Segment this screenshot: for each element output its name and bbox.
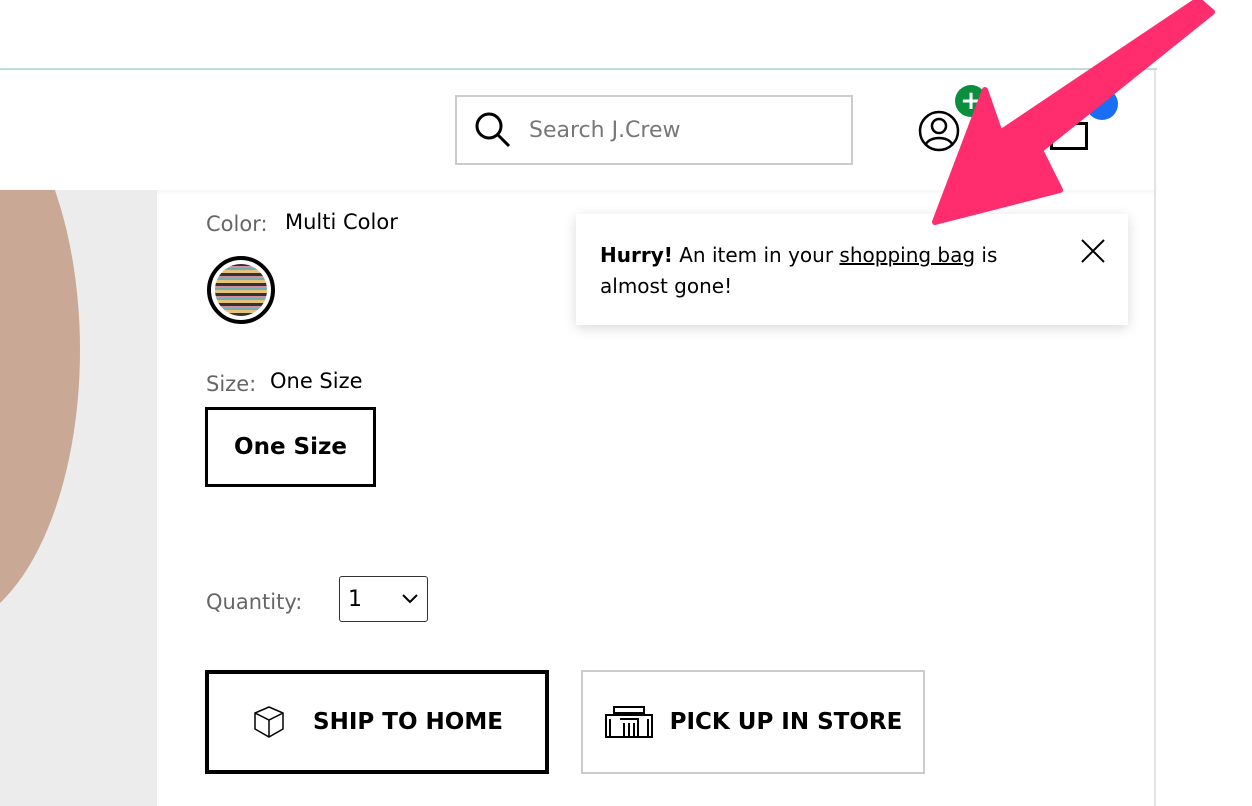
- page-edge: [1154, 70, 1156, 806]
- size-option-one-size[interactable]: One Size: [205, 407, 376, 487]
- close-icon[interactable]: [1080, 238, 1106, 264]
- pick-up-in-store-button[interactable]: PICK UP IN STORE: [581, 670, 925, 774]
- box-icon: [254, 706, 284, 738]
- size-value: One Size: [270, 369, 363, 393]
- quantity-select[interactable]: 1: [339, 576, 428, 622]
- color-value: Multi Color: [285, 210, 398, 234]
- search-box[interactable]: [455, 95, 853, 165]
- store-icon: [604, 706, 653, 738]
- toast-bold: Hurry!: [600, 243, 673, 267]
- search-input[interactable]: [529, 117, 829, 143]
- size-label: Size:: [206, 372, 257, 396]
- shopping-bag-link[interactable]: shopping bag: [839, 243, 975, 267]
- low-stock-notification: Hurry! An item in your shopping bag is a…: [576, 214, 1128, 325]
- ship-to-home-button[interactable]: SHIP TO HOME: [205, 670, 549, 774]
- pick-up-in-store-label: PICK UP IN STORE: [669, 709, 903, 735]
- chevron-down-icon: [402, 594, 418, 604]
- quantity-label: Quantity:: [206, 590, 303, 614]
- bag-count-badge: [1086, 88, 1118, 120]
- search-icon: [475, 112, 511, 148]
- product-image: [0, 190, 157, 806]
- shopping-bag-icon[interactable]: [1050, 122, 1088, 150]
- toast-text: An item in your: [672, 243, 840, 267]
- ship-to-home-label: SHIP TO HOME: [313, 709, 503, 735]
- account-badge: +: [955, 85, 987, 117]
- color-swatch-multi[interactable]: [207, 256, 275, 324]
- quantity-value: 1: [348, 586, 362, 612]
- account-icon[interactable]: [918, 110, 960, 152]
- color-label: Color:: [206, 212, 268, 236]
- site-header: +: [0, 70, 1155, 190]
